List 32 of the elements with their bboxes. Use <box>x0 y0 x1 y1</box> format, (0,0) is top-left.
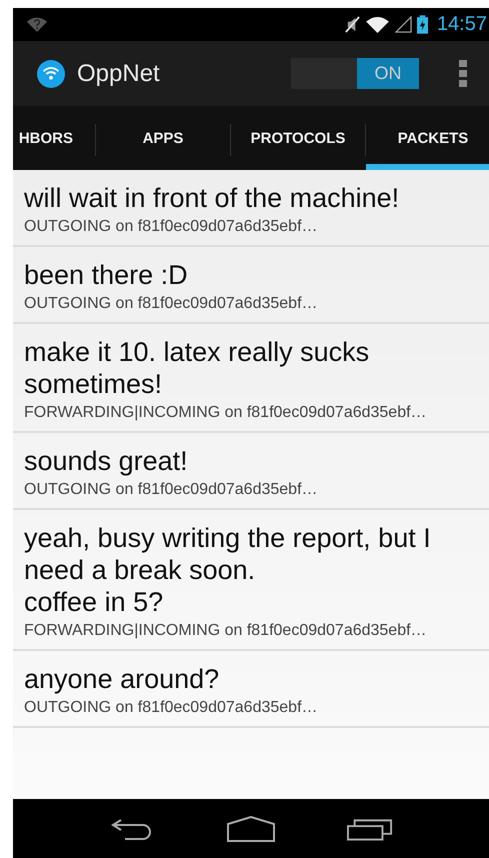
wifi-logo-icon <box>37 60 65 88</box>
packet-message: will wait in front of the machine! <box>24 182 400 214</box>
packet-detail: FORWARDING|INCOMING on f81f0ec09d07a6d35ebf… <box>24 622 428 640</box>
battery-icon <box>416 15 428 34</box>
packet-detail: OUTGOING on f81f0ec09d07a6d35ebf… <box>24 481 319 499</box>
packet-detail: OUTGOING on f81f0ec09d07a6d35ebf… <box>24 699 319 717</box>
packet-message: yeah, busy writing the report, but I need a break soon. coffee in 5? <box>24 522 432 618</box>
packet-item[interactable]: anyone around? OUTGOING on f81f0ec09d07a6d35ebf… <box>13 651 489 728</box>
overflow-menu-icon[interactable] <box>459 60 467 88</box>
packet-detail: FORWARDING|INCOMING on f81f0ec09d07a6d35ebf… <box>24 404 428 422</box>
packet-item[interactable]: will wait in front of the machine! OUTGOING on f81f0ec09d07a6d35ebf… <box>13 170 489 247</box>
tab[interactable]: PROTOCOLS <box>231 106 365 170</box>
packet-message: anyone around? <box>24 663 220 695</box>
packet-detail: OUTGOING on f81f0ec09d07a6d35ebf… <box>24 295 319 313</box>
signal-icon <box>394 16 412 33</box>
packet-message: been there :D <box>24 259 189 291</box>
wifi-icon <box>364 16 390 33</box>
recent-apps-icon[interactable] <box>347 816 394 840</box>
wifi-question-icon <box>26 16 48 33</box>
packet-item[interactable]: been there :D OUTGOING on f81f0ec09d07a6d35ebf… <box>13 247 489 324</box>
app-title: OppNet <box>77 60 160 88</box>
clock-time: 14:57 <box>436 13 487 36</box>
packet-detail: OUTGOING on f81f0ec09d07a6d35ebf… <box>24 218 319 236</box>
packet-item[interactable]: sounds great! OUTGOING on f81f0ec09d07a6d35ebf… <box>13 433 489 510</box>
mute-icon <box>344 16 360 33</box>
packet-item[interactable]: make it 10. latex really sucks sometimes! FORWARDING|INCOMING on f81f0ec09d07a6d35ebf… <box>13 324 489 433</box>
packet-message: sounds great! <box>24 445 189 477</box>
packet-message: make it 10. latex really sucks sometimes! <box>24 336 370 400</box>
tab[interactable]: APPS <box>96 106 230 170</box>
packet-item[interactable]: yeah, busy writing the report, but I need a break soon. coffee in 5? FORWARDING|INCOMING on f81f0ec09d07a6d35ebf… <box>13 510 489 651</box>
tab[interactable]: HBORS <box>13 106 95 170</box>
home-icon[interactable] <box>226 816 276 842</box>
